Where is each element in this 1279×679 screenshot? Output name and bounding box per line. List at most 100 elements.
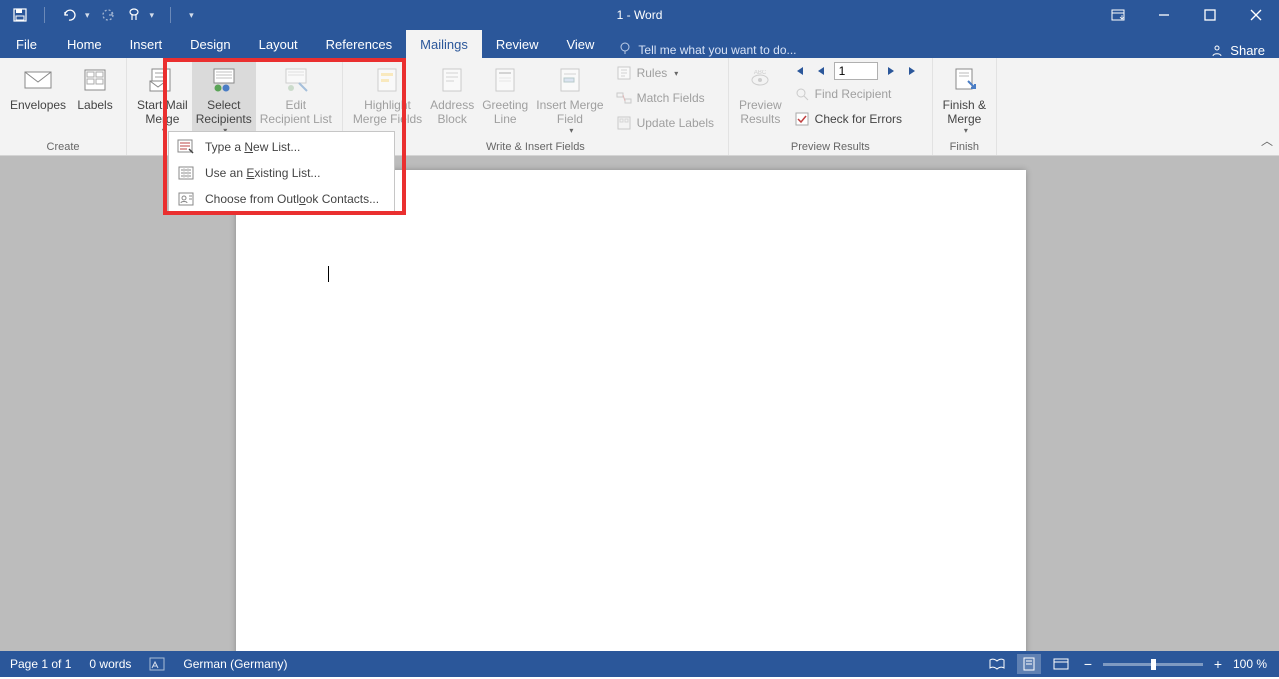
tab-file[interactable]: File: [0, 30, 53, 58]
undo-dropdown[interactable]: ▾: [85, 10, 90, 21]
start-mail-merge-button[interactable]: Start MailMerge ▾: [133, 60, 192, 141]
highlight-merge-fields-label: HighlightMerge Fields: [353, 98, 422, 126]
touch-dropdown[interactable]: ▾: [150, 10, 155, 21]
document-area[interactable]: [0, 156, 1279, 651]
language-status[interactable]: German (Germany): [183, 657, 287, 671]
save-icon[interactable]: [12, 7, 28, 23]
group-preview-label: Preview Results: [791, 139, 870, 155]
menu-use-existing-list[interactable]: Use an Existing List...: [169, 160, 394, 186]
write-fields-stack: Rules ▾ Match Fields Update Labels: [608, 60, 722, 141]
undo-icon[interactable]: [61, 7, 77, 23]
record-navigation: [790, 62, 922, 80]
touch-mode-icon[interactable]: [126, 7, 142, 23]
edit-recipient-list-label: EditRecipient List: [260, 98, 332, 126]
next-record-icon[interactable]: [882, 62, 900, 80]
envelopes-label: Envelopes: [10, 98, 66, 112]
svg-text:ABC: ABC: [754, 70, 767, 76]
check-errors-icon: [794, 111, 810, 127]
highlight-merge-fields-button[interactable]: HighlightMerge Fields: [349, 60, 426, 141]
ribbon-tabs: File Home Insert Design Layout Reference…: [0, 30, 1279, 58]
word-count[interactable]: 0 words: [89, 657, 131, 671]
greeting-line-label: GreetingLine: [482, 98, 528, 126]
insert-merge-field-button[interactable]: Insert MergeField ▾: [532, 60, 607, 141]
tab-view[interactable]: View: [552, 30, 608, 58]
tell-me-search[interactable]: Tell me what you want to do...: [608, 41, 796, 58]
find-recipient-button[interactable]: Find Recipient: [790, 83, 922, 105]
zoom-thumb[interactable]: [1151, 659, 1156, 670]
start-mail-merge-icon: [146, 64, 178, 96]
share-label: Share: [1230, 43, 1265, 58]
group-create: Envelopes Labels Create: [0, 58, 127, 155]
tab-references[interactable]: References: [312, 30, 406, 58]
tab-insert[interactable]: Insert: [116, 30, 177, 58]
tab-review[interactable]: Review: [482, 30, 553, 58]
share-button[interactable]: Share: [1196, 43, 1279, 58]
qat-customize-dropdown[interactable]: ▾: [189, 10, 194, 21]
spell-check-icon[interactable]: [149, 657, 165, 671]
read-mode-icon[interactable]: [985, 654, 1009, 674]
finish-merge-button[interactable]: Finish &Merge ▾: [939, 60, 990, 141]
menu-type-new-list[interactable]: Type a New List...: [169, 134, 394, 160]
first-record-icon[interactable]: [790, 62, 808, 80]
envelope-icon: [22, 64, 54, 96]
menu-type-new-list-label: Type a New List...: [205, 140, 300, 154]
check-for-errors-button[interactable]: Check for Errors: [790, 108, 922, 130]
prev-record-icon[interactable]: [812, 62, 830, 80]
collapse-ribbon-icon[interactable]: ︿: [1261, 132, 1273, 149]
lightbulb-icon: [618, 41, 632, 58]
minimize-icon[interactable]: [1141, 0, 1187, 30]
zoom-slider[interactable]: [1103, 663, 1203, 666]
edit-recipient-list-icon: [280, 64, 312, 96]
window-controls: [1095, 0, 1279, 30]
greeting-line-icon: [489, 64, 521, 96]
zoom-out-button[interactable]: −: [1081, 656, 1095, 672]
tab-home[interactable]: Home: [53, 30, 116, 58]
use-existing-list-icon: [177, 164, 195, 182]
chevron-down-icon: ▾: [674, 69, 678, 78]
redo-icon[interactable]: [100, 7, 116, 23]
qat-separator: [44, 7, 45, 23]
record-input[interactable]: [834, 62, 878, 80]
group-finish-label: Finish: [950, 139, 979, 155]
outlook-contacts-icon: [177, 190, 195, 208]
chevron-down-icon: ▾: [964, 126, 968, 135]
group-finish: Finish &Merge ▾ Finish: [933, 58, 997, 155]
web-layout-icon[interactable]: [1049, 654, 1073, 674]
envelopes-button[interactable]: Envelopes: [6, 60, 70, 141]
maximize-icon[interactable]: [1187, 0, 1233, 30]
update-labels-button[interactable]: Update Labels: [612, 112, 718, 134]
ribbon-display-icon[interactable]: [1095, 0, 1141, 30]
tab-mailings[interactable]: Mailings: [406, 30, 482, 58]
tab-layout[interactable]: Layout: [245, 30, 312, 58]
page-count[interactable]: Page 1 of 1: [10, 657, 71, 671]
close-icon[interactable]: [1233, 0, 1279, 30]
rules-label: Rules: [637, 66, 668, 80]
menu-choose-outlook-contacts[interactable]: Choose from Outlook Contacts...: [169, 186, 394, 212]
preview-results-label: PreviewResults: [739, 98, 782, 126]
find-recipient-label: Find Recipient: [815, 87, 892, 101]
labels-button[interactable]: Labels: [70, 60, 120, 141]
edit-recipient-list-button[interactable]: EditRecipient List: [256, 60, 336, 141]
select-recipients-button[interactable]: SelectRecipients ▾: [192, 60, 256, 141]
type-new-list-icon: [177, 138, 195, 156]
highlight-icon: [371, 64, 403, 96]
status-bar: Page 1 of 1 0 words German (Germany) − +…: [0, 651, 1279, 677]
share-icon: [1210, 44, 1224, 58]
menu-use-existing-list-label: Use an Existing List...: [205, 166, 320, 180]
rules-button[interactable]: Rules ▾: [612, 62, 718, 84]
last-record-icon[interactable]: [904, 62, 922, 80]
print-layout-icon[interactable]: [1017, 654, 1041, 674]
zoom-in-button[interactable]: +: [1211, 656, 1225, 672]
tell-me-placeholder: Tell me what you want to do...: [638, 43, 796, 57]
group-write-insert-fields: HighlightMerge Fields AddressBlock Greet…: [343, 58, 729, 155]
zoom-level[interactable]: 100 %: [1233, 657, 1267, 671]
group-write-label: Write & Insert Fields: [486, 139, 585, 155]
address-block-button[interactable]: AddressBlock: [426, 60, 478, 141]
tab-design[interactable]: Design: [176, 30, 244, 58]
greeting-line-button[interactable]: GreetingLine: [478, 60, 532, 141]
match-fields-button[interactable]: Match Fields: [612, 87, 718, 109]
document-page[interactable]: [236, 170, 1026, 651]
preview-results-button[interactable]: ABC PreviewResults: [735, 60, 786, 141]
select-recipients-menu: Type a New List... Use an Existing List.…: [168, 131, 395, 215]
finish-merge-icon: [948, 64, 980, 96]
